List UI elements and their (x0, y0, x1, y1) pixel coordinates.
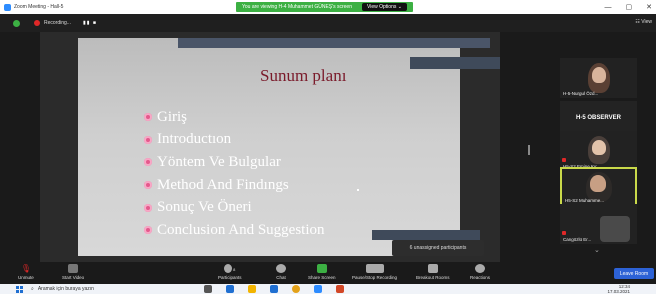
bullet-dot-icon (144, 203, 152, 212)
participant-video (600, 216, 630, 242)
shared-screen: Sunum planı Giriş Introductıon Yöntem Ve… (40, 32, 500, 262)
task-view-icon[interactable] (204, 285, 212, 293)
participants-button[interactable]: 8 Participants (218, 264, 242, 280)
store-icon[interactable] (270, 285, 278, 293)
view-button[interactable]: ☷ View (635, 19, 652, 25)
powerpoint-icon[interactable] (336, 285, 344, 293)
clock-date: 17.03.2021 (607, 289, 630, 294)
share-screen-button[interactable]: Share Screen (308, 264, 336, 280)
windows-start-icon[interactable] (16, 285, 23, 293)
participant-face (590, 175, 606, 192)
participant-name: H-5-Nurgul Özd... (563, 91, 599, 96)
taskbar-search-input[interactable]: Aramak için buraya yazın (38, 286, 94, 292)
reactions-button[interactable]: Reactions (470, 264, 490, 280)
bullet-dot-icon (144, 226, 152, 235)
maximize-button[interactable]: ▢ (626, 3, 633, 11)
zoom-taskbar-icon[interactable] (314, 285, 322, 293)
file-explorer-icon[interactable] (248, 285, 256, 293)
participant-face (592, 67, 606, 83)
slide-overlay-rect (410, 57, 500, 69)
slide-bullet: Method And Findıngs (144, 174, 325, 197)
participant-name: Cangözlü Er... (563, 237, 592, 242)
video-off-icon (68, 264, 79, 273)
chrome-icon[interactable] (292, 285, 300, 293)
slide-bullet: Giriş (144, 106, 325, 129)
participant-name: H5-S2 Muhamme... (565, 198, 605, 203)
bullet-dot-icon (144, 158, 152, 167)
participant-tile[interactable]: H-5-Nurgul Özd... (560, 58, 637, 98)
unassigned-participants-popup[interactable]: 6 unassigned participants (392, 240, 484, 256)
edge-icon[interactable] (226, 285, 234, 293)
share-screen-icon (316, 264, 327, 273)
recording-controls[interactable]: ▮▮ ■ (83, 20, 97, 26)
os-taskbar: ⌕ Aramak için buraya yazın 12:34 17.03.2… (0, 284, 656, 294)
pause-stop-icon (365, 264, 384, 273)
participants-count: 8 (233, 267, 236, 272)
start-video-button[interactable]: Start Video (62, 264, 84, 280)
presentation-slide: Sunum planı Giriş Introductıon Yöntem Ve… (78, 38, 490, 256)
chevron-down-icon[interactable]: ⌄ (594, 246, 600, 254)
recording-dot-icon (34, 20, 40, 26)
share-banner-text: You are viewing H-4 Muhammet GÜNEŞ's scr… (242, 4, 352, 10)
window-titlebar: Zoom Meeting - Hall-5 You are viewing H-… (0, 0, 656, 14)
slide-bullet: Sonuç Ve Öneri (144, 196, 325, 219)
pause-recording-button[interactable]: Pause/Stop Recording (352, 264, 397, 280)
window-controls: — ▢ ✕ (605, 0, 653, 14)
slide-bullet: Introductıon (144, 129, 325, 152)
zoom-app-icon (4, 3, 11, 11)
window-title: Zoom Meeting - Hall-5 (14, 4, 64, 10)
slide-title: Sunum planı (260, 66, 347, 85)
meeting-topbar: Recording... ▮▮ ■ ☷ View (0, 14, 656, 32)
leave-room-button[interactable]: Leave Room (614, 268, 654, 279)
smiley-icon (475, 264, 485, 273)
participant-tile[interactable]: H5-S2 Emine Kır... (560, 131, 637, 171)
chat-button[interactable]: Chat (276, 264, 286, 280)
breakout-rooms-icon (427, 264, 438, 273)
tooltip-bar (372, 230, 480, 240)
meeting-toolbar: 🎙 Unmute Start Video 8 Participants Chat… (0, 262, 656, 284)
muted-mic-icon (562, 158, 566, 162)
panel-resize-handle[interactable] (528, 145, 530, 155)
mouse-cursor-icon (357, 189, 359, 191)
bullet-dot-icon (144, 135, 152, 144)
taskbar-apps (204, 285, 344, 293)
participant-tile[interactable]: Cangözlü Er... (560, 204, 637, 244)
participant-face (592, 140, 606, 155)
breakout-rooms-button[interactable]: Breakout Rooms (416, 264, 450, 280)
close-button[interactable]: ✕ (646, 3, 652, 11)
minimize-button[interactable]: — (605, 4, 612, 11)
bullet-dot-icon (144, 113, 152, 122)
participant-name: H-5 OBSERVER (576, 115, 621, 121)
taskbar-clock[interactable]: 12:34 17.03.2021 (607, 284, 630, 294)
unmute-button[interactable]: 🎙 Unmute (18, 264, 34, 280)
chat-icon (276, 264, 286, 273)
slide-bullet: Yöntem Ve Bulgular (144, 151, 325, 174)
muted-mic-icon (562, 231, 566, 235)
bullet-dot-icon (144, 181, 152, 190)
mic-off-icon: 🎙 (20, 264, 32, 273)
security-shield-icon[interactable] (13, 19, 20, 27)
participant-tile-active-speaker[interactable]: H5-S2 Muhamme... (560, 167, 637, 207)
slide-bullet: Conclusion And Suggestion (144, 219, 325, 242)
slide-bullet-list: Giriş Introductıon Yöntem Ve Bulgular Me… (144, 106, 325, 242)
view-options-button[interactable]: View Options ⌄ (361, 3, 407, 11)
recording-label: Recording... (44, 20, 71, 26)
participants-icon (224, 264, 233, 273)
share-banner: You are viewing H-4 Muhammet GÜNEŞ's scr… (236, 2, 413, 12)
slide-header-bar (178, 38, 490, 48)
search-icon: ⌕ (31, 286, 34, 292)
